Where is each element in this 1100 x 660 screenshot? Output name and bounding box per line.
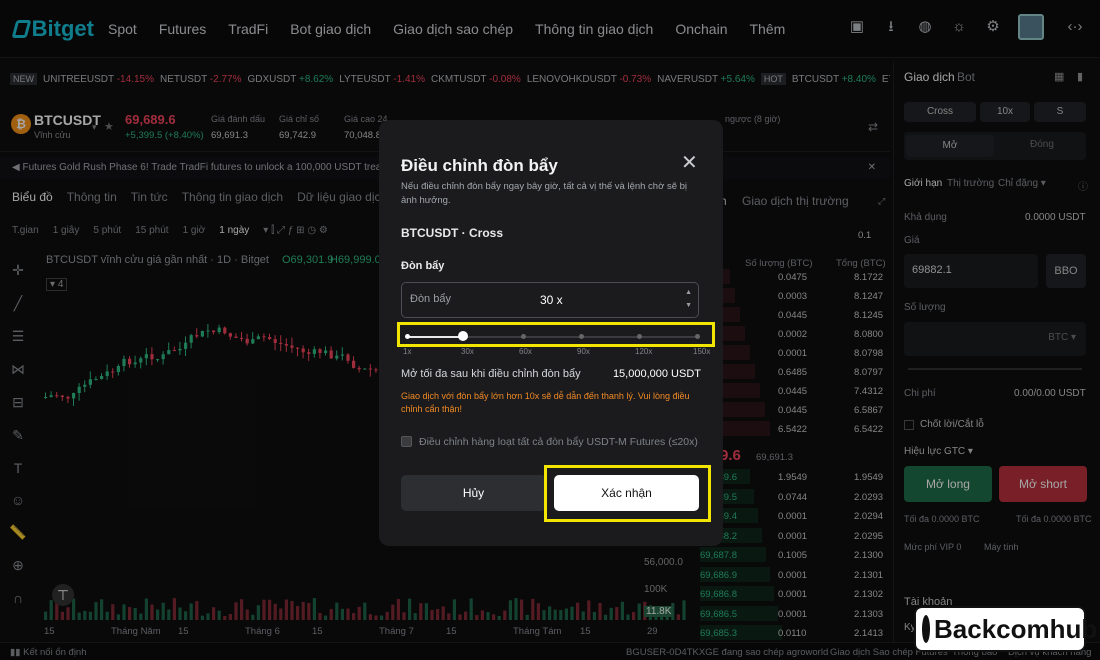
- modal-title: Điều chỉnh đòn bẩy: [401, 156, 558, 175]
- backcomhub-watermark: Backcomhub: [914, 606, 1097, 652]
- leverage-input-value: 30 x: [540, 293, 563, 307]
- slider-tick-label: 30x: [461, 347, 474, 356]
- max-open-value: 15,000,000 USDT: [612, 368, 701, 380]
- modal-pair: BTCUSDT · Cross: [401, 226, 504, 240]
- slider-tick-label: 90x: [577, 347, 590, 356]
- leverage-input-label: Đòn bẩy: [410, 293, 451, 305]
- leverage-input[interactable]: Đòn bẩy 30 x ▲ ▼: [401, 282, 699, 318]
- close-icon[interactable]: ✕: [681, 150, 698, 175]
- modal-description: Nếu điều chỉnh đòn bẩy ngay bây giờ, tất…: [401, 181, 688, 206]
- slider-tick-label: 150x: [693, 347, 711, 356]
- max-open-label: Mở tối đa sau khi điều chỉnh đòn bẩy: [401, 368, 581, 380]
- batch-adjust-checkbox[interactable]: [401, 436, 412, 447]
- stepper-icon[interactable]: ▲ ▼: [685, 286, 692, 312]
- confirm-button[interactable]: Xác nhận: [554, 475, 699, 511]
- slider-tick-label: 60x: [519, 347, 532, 356]
- cancel-button[interactable]: Hủy: [401, 475, 546, 511]
- leverage-label: Đòn bẩy: [401, 260, 445, 272]
- leverage-warning: Giao dịch với đòn bẩy lớn hơn 10x sẽ dễ …: [401, 391, 690, 414]
- slider-highlight-box: [397, 322, 715, 347]
- slider-tick-label: 1x: [403, 347, 412, 356]
- leverage-modal: Điều chỉnh đòn bẩy ✕ Nếu điều chỉnh đòn …: [379, 120, 723, 546]
- batch-adjust-label: Điều chỉnh hàng loạt tất cả đòn bẩy USDT…: [419, 436, 698, 448]
- slider-tick-label: 120x: [635, 347, 653, 356]
- watermark-logo-icon: [922, 615, 930, 643]
